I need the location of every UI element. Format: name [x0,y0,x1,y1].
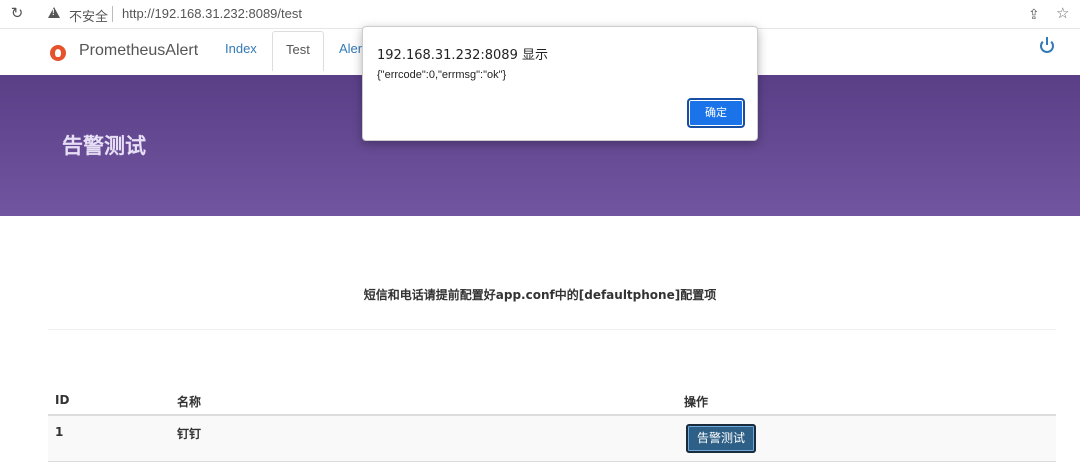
dialog-title: 192.168.31.232:8089 显示 [377,48,548,63]
dialog-message: {"errcode":0,"errmsg":"ok"} [377,69,507,81]
security-status[interactable]: 不安全 [69,6,108,25]
table-header: ID 名称 操作 [48,384,1056,416]
table-row: 1 钉钉 告警测试 [48,416,1056,462]
divider [48,329,1056,330]
config-notice: 短信和电话请提前配置好app.conf中的[defaultphone]配置项 [363,288,717,302]
power-icon[interactable] [1040,37,1054,53]
reload-icon[interactable]: ↻ [8,5,26,23]
row-name: 钉钉 [177,427,202,441]
tab-index[interactable]: Index [212,29,270,75]
page-title: 告警测试 [62,134,146,158]
brand-name[interactable]: PrometheusAlert [79,42,198,60]
column-header-id: ID [55,393,70,407]
alert-test-table: ID 名称 操作 1 钉钉 告警测试 [48,384,1056,462]
url-field[interactable]: http://192.168.31.232:8089/test [122,6,302,21]
column-header-action: 操作 [684,395,709,409]
row-id: 1 [55,425,64,439]
warning-icon[interactable] [48,7,60,18]
alert-test-button[interactable]: 告警测试 [686,424,756,453]
browser-address-bar: ↻ 不安全 http://192.168.31.232:8089/test ⇪ … [0,0,1080,29]
tab-test[interactable]: Test [272,31,324,71]
alert-dialog: 192.168.31.232:8089 显示 {"errcode":0,"err… [362,26,758,141]
column-header-name: 名称 [177,395,202,409]
dialog-ok-button[interactable]: 确定 [687,98,745,128]
star-icon[interactable]: ☆ [1056,4,1069,22]
share-icon[interactable]: ⇪ [1028,6,1040,23]
address-divider [112,6,113,22]
prometheus-logo-icon[interactable] [50,45,66,61]
